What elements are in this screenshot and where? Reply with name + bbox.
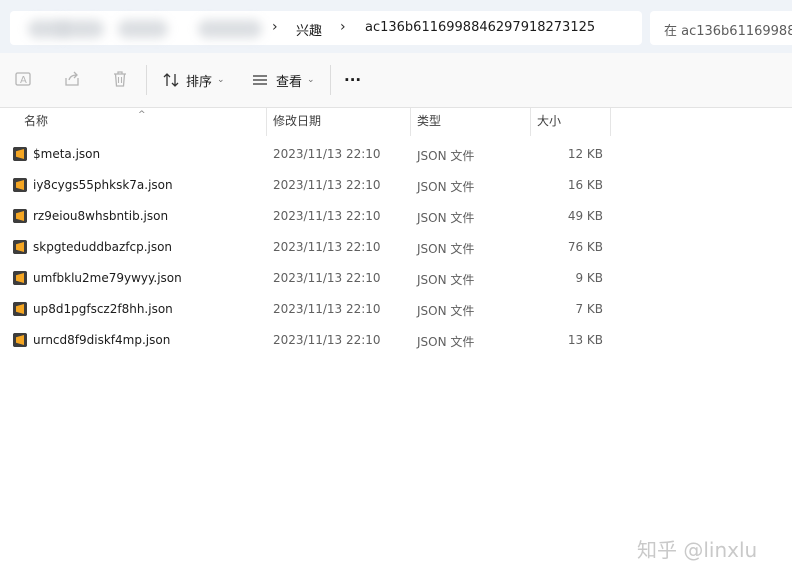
file-row[interactable]: iy8cygs55phksk7a.json 2023/11/13 22:10 JSO… (0, 170, 792, 201)
sublime-text-file-icon (13, 333, 27, 347)
file-size: 12 KB (567, 147, 603, 161)
column-header-date[interactable]: 修改日期 (273, 108, 321, 136)
column-header-type[interactable]: 类型 (417, 108, 441, 136)
file-row[interactable]: umfbklu2me79ywyy.json 2023/11/13 22:10 JSO… (0, 263, 792, 294)
chevron-down-icon: ⌄ (217, 75, 225, 85)
file-row[interactable]: up8d1pgfscz2f8hh.json 2023/11/13 22:10 JSO… (0, 294, 792, 325)
toolbar-divider (146, 65, 147, 95)
trash-icon[interactable] (110, 69, 130, 89)
search-input[interactable]: 在 ac136b6116998846297918273125 中搜索 (650, 11, 792, 45)
file-row[interactable]: rz9eiou8whsbntib.json 2023/11/13 22:10 JSO… (0, 201, 792, 232)
chevron-right-icon[interactable]: › (340, 19, 346, 35)
command-bar: A 排序 ⌄ 查看 ⌄ ··· (0, 53, 792, 108)
view-icon (253, 75, 267, 85)
blurred-crumb (118, 20, 168, 38)
file-size: 76 KB (567, 240, 603, 254)
file-row[interactable]: $meta.json 2023/11/13 22:10 JSON 文件 12 KB (0, 139, 792, 170)
sort-ascending-icon: ^ (138, 110, 146, 120)
sublime-text-file-icon (13, 209, 27, 223)
view-label: 查看 (276, 74, 303, 90)
file-size: 16 KB (567, 178, 603, 192)
column-header-row: 名称 ^ 修改日期 类型 大小 (0, 108, 792, 136)
breadcrumb-current-folder[interactable]: ac136b6116998846297918273125 (365, 20, 595, 35)
sublime-text-file-icon (13, 302, 27, 316)
file-type: JSON 文件 (417, 273, 475, 287)
file-size: 13 KB (567, 333, 603, 347)
file-type: JSON 文件 (417, 180, 475, 194)
file-modified-date: 2023/11/13 22:10 (273, 333, 381, 347)
more-options-button[interactable]: ··· (344, 67, 361, 93)
file-modified-date: 2023/11/13 22:10 (273, 209, 381, 223)
file-name[interactable]: rz9eiou8whsbntib.json (33, 209, 168, 223)
watermark: 知乎 @linxlu (637, 538, 758, 562)
sort-icon (163, 73, 179, 87)
file-name[interactable]: skpgteduddbazfcp.json (33, 240, 172, 254)
sort-label: 排序 (186, 74, 213, 90)
file-size: 7 KB (575, 302, 603, 316)
rename-icon[interactable]: A (14, 69, 34, 89)
file-name[interactable]: iy8cygs55phksk7a.json (33, 178, 173, 192)
blurred-crumb (198, 20, 262, 38)
file-modified-date: 2023/11/13 22:10 (273, 302, 381, 316)
file-modified-date: 2023/11/13 22:10 (273, 147, 381, 161)
file-size: 49 KB (567, 209, 603, 223)
chevron-right-icon[interactable]: › (272, 19, 278, 35)
file-modified-date: 2023/11/13 22:10 (273, 271, 381, 285)
column-divider[interactable] (610, 108, 611, 136)
more-icon: ··· (344, 71, 362, 89)
file-modified-date: 2023/11/13 22:10 (273, 240, 381, 254)
file-modified-date: 2023/11/13 22:10 (273, 178, 381, 192)
file-name[interactable]: umfbklu2me79ywyy.json (33, 271, 182, 285)
sublime-text-file-icon (13, 271, 27, 285)
file-type: JSON 文件 (417, 149, 475, 163)
file-row[interactable]: urncd8f9diskf4mp.json 2023/11/13 22:10 JSO… (0, 325, 792, 356)
file-type: JSON 文件 (417, 242, 475, 256)
toolbar-divider (330, 65, 331, 95)
sublime-text-file-icon (13, 147, 27, 161)
address-bar[interactable]: › 兴趣 › ac136b6116998846297918273125 (10, 11, 642, 45)
column-divider[interactable] (266, 108, 267, 136)
column-divider[interactable] (530, 108, 531, 136)
sort-button[interactable]: 排序 ⌄ (162, 67, 225, 93)
file-name[interactable]: urncd8f9diskf4mp.json (33, 333, 170, 347)
file-row[interactable]: skpgteduddbazfcp.json 2023/11/13 22:10 JSO… (0, 232, 792, 263)
column-header-size[interactable]: 大小 (537, 108, 561, 136)
view-button[interactable]: 查看 ⌄ (251, 67, 315, 93)
sublime-text-file-icon (13, 240, 27, 254)
breadcrumb-interest[interactable]: 兴趣 (296, 20, 322, 39)
file-type: JSON 文件 (417, 211, 475, 225)
title-bar: › 兴趣 › ac136b6116998846297918273125 在 ac… (0, 0, 792, 53)
column-header-name[interactable]: 名称 (24, 108, 48, 136)
file-type: JSON 文件 (417, 335, 475, 349)
chevron-down-icon: ⌄ (307, 75, 315, 85)
share-icon[interactable] (62, 69, 82, 89)
file-name[interactable]: $meta.json (33, 147, 100, 161)
file-list: $meta.json 2023/11/13 22:10 JSON 文件 12 KB iy… (0, 139, 792, 356)
sublime-text-file-icon (13, 178, 27, 192)
blurred-crumb (58, 20, 104, 38)
file-type: JSON 文件 (417, 304, 475, 318)
file-name[interactable]: up8d1pgfscz2f8hh.json (33, 302, 173, 316)
svg-text:A: A (20, 75, 27, 86)
column-divider[interactable] (410, 108, 411, 136)
file-size: 9 KB (575, 271, 603, 285)
search-placeholder: 在 ac136b6116998846297918273125 中搜索 (664, 24, 792, 39)
